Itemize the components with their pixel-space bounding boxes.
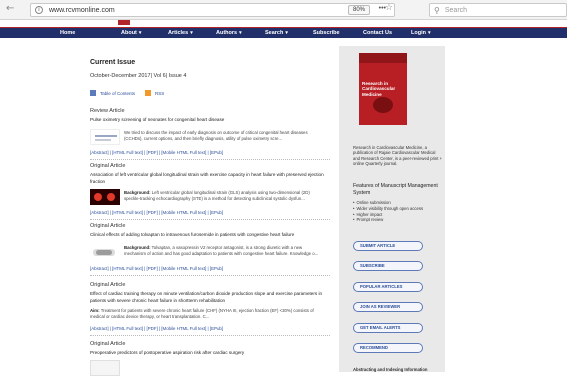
zoom-level-badge[interactable]: 80% — [347, 5, 370, 15]
rss-link[interactable]: RSS — [145, 90, 164, 96]
article-type: Original Article — [90, 282, 126, 288]
page-title: Current Issue — [90, 59, 136, 66]
article-abstract: Background: Left ventricular global long… — [124, 190, 324, 201]
nav-articles[interactable]: Articles ▾ — [168, 28, 193, 38]
article-abstract: We tried to discuss the impact of early … — [124, 130, 308, 141]
popular-articles-button[interactable]: POPULAR ARTICLES — [353, 282, 423, 292]
cover-title: Research in Cardiovascular Medicine — [362, 81, 396, 97]
nav-authors[interactable]: Authors ▾ — [216, 28, 242, 38]
chevron-down-icon: ▾ — [239, 30, 242, 36]
feature-item: Prompt review — [353, 217, 443, 223]
article-title[interactable]: Association of left ventricular global l… — [90, 171, 330, 185]
article-type: Original Article — [90, 163, 126, 169]
bookmark-star-icon[interactable]: ☆ — [385, 3, 393, 13]
divider — [90, 159, 330, 160]
cover-heart-image — [373, 97, 393, 113]
features-heading: Features of Manuscript Management System — [353, 183, 438, 196]
rss-label: RSS — [155, 90, 165, 96]
article-title[interactable]: Preoperative predictors of postoperative… — [90, 349, 330, 356]
article-links[interactable]: [Abstract] | [HTML Full text] | [PDF] | … — [90, 150, 223, 155]
article-links[interactable]: [Abstract] | [HTML Full text] | [PDF] | … — [90, 326, 223, 331]
site-info-icon[interactable]: i — [35, 6, 43, 14]
get-email-alerts-button[interactable]: GET EMAIL ALERTS — [353, 323, 423, 333]
nav-home[interactable]: Home — [60, 28, 75, 38]
article-abstract: Background: Tolvaptan, a vasopressin V2 … — [124, 245, 324, 256]
divider — [90, 219, 330, 220]
divider — [90, 275, 330, 276]
article-thumbnail[interactable] — [90, 360, 120, 376]
recommend-button[interactable]: RECOMMEND — [353, 343, 423, 353]
article-type: Original Article — [90, 341, 126, 347]
header-accent — [118, 20, 130, 25]
thumbnail-graphic — [96, 250, 112, 255]
thumbnail-graphic — [95, 135, 117, 137]
article-type: Review Article — [90, 108, 125, 114]
nav-search[interactable]: Search ▾ — [265, 28, 288, 38]
chevron-down-icon: ▾ — [138, 30, 142, 36]
article-links[interactable]: [Abstract] | [HTML Full text] | [PDF] | … — [90, 266, 223, 271]
toc-label: Table of Contents — [100, 90, 136, 96]
cover-strip — [359, 53, 407, 63]
back-arrow-icon[interactable]: ← — [6, 3, 14, 14]
chevron-down-icon: ▾ — [427, 30, 431, 36]
article-title[interactable]: Effect of cardiac training therapy on mi… — [90, 290, 330, 304]
address-bar[interactable]: i www.rcvmonline.com 80% ••• ☆ — [30, 3, 395, 17]
search-icon: ⚲ — [434, 5, 440, 15]
abstract-lead: Background: — [124, 245, 151, 250]
chevron-down-icon: ▾ — [190, 30, 193, 36]
search-placeholder: Search — [444, 6, 468, 14]
join-as-reviewer-button[interactable]: JOIN AS REVIEWER — [353, 302, 423, 312]
document-icon — [90, 90, 96, 96]
article-thumbnail[interactable] — [90, 189, 120, 205]
issue-info: October-December 2017| Vol 6| Issue 4 — [90, 73, 187, 79]
nav-subscribe[interactable]: Subscribe — [313, 28, 340, 38]
abstract-text: Treatment for patients with severe chron… — [90, 308, 314, 319]
article-links[interactable]: [Abstract] | [HTML Full text] | [PDF] | … — [90, 210, 223, 215]
site-header-strip — [0, 20, 567, 25]
article-title[interactable]: Pulse oximetry screening of neonates for… — [90, 116, 330, 123]
journal-cover[interactable]: Research in Cardiovascular Medicine — [359, 53, 407, 125]
nav-login[interactable]: Login ▾ — [411, 28, 430, 38]
abstract-lead: Background: — [124, 190, 151, 195]
main-navigation: Home About ▾ Articles ▾ Authors ▾ Search ▾ S… — [0, 27, 567, 38]
abstract-lead: Aim: — [90, 308, 100, 313]
features-list: Online submission Wider visibility throu… — [353, 200, 443, 223]
table-of-contents-link[interactable]: Table of Contents — [90, 90, 135, 96]
chevron-down-icon: ▾ — [285, 30, 288, 36]
article-abstract: Aim: Treatment for patients with severe … — [90, 308, 326, 319]
browser-search-input[interactable]: ⚲ Search — [429, 3, 567, 17]
rss-icon — [145, 90, 151, 96]
nav-about[interactable]: About ▾ — [121, 28, 141, 38]
nav-contact-us[interactable]: Contact Us — [363, 28, 392, 38]
url-text: www.rcvmonline.com — [49, 6, 115, 14]
article-thumbnail[interactable] — [90, 245, 120, 261]
abstract-text: Left ventricular global longitudinal str… — [124, 190, 310, 201]
thumbnail-graphic — [107, 193, 115, 201]
thumbnail-graphic — [95, 139, 111, 141]
divider — [90, 335, 330, 336]
browser-toolbar: ← i www.rcvmonline.com 80% ••• ☆ ⚲ Searc… — [0, 0, 567, 20]
article-title[interactable]: Clinical effects of adding tolvaptan to … — [90, 231, 330, 238]
journal-description: Research in Cardiovascular Medicine, a p… — [353, 145, 443, 167]
subscribe-button[interactable]: SUBSCRIBE — [353, 261, 423, 271]
article-type: Original Article — [90, 223, 126, 229]
sidebar: Research in Cardiovascular Medicine Rese… — [339, 46, 445, 372]
submit-article-button[interactable]: SUBMIT ARTICLE — [353, 241, 423, 251]
abstract-text: Tolvaptan, a vasopressin V2 receptor ant… — [124, 245, 319, 256]
article-thumbnail[interactable] — [90, 129, 120, 145]
indexing-heading: Abstracting and Indexing Information — [353, 367, 428, 372]
thumbnail-graphic — [94, 193, 102, 201]
